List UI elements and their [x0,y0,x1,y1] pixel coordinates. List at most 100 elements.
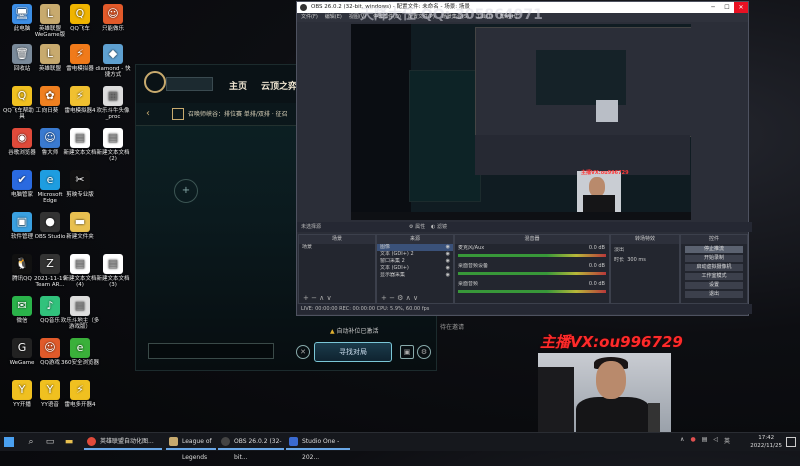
visibility-eye-icon[interactable]: ◉ [446,244,450,251]
desktop-icon[interactable]: ▤ 欢乐斗地主（多游戏版） [60,296,100,331]
mixer-dock-title: 混音器 [455,235,609,244]
preview-taskbar [351,212,691,220]
desktop-icon[interactable]: ▬ 新建文件夹 [60,212,100,240]
desktop-icon-label: 只能做乐 [101,26,124,32]
preview-webcam [577,171,621,215]
obs-control-button[interactable]: 退出 [685,291,743,298]
app-icon: Q [70,4,90,24]
filters-button[interactable]: ◐ 滤镜 [431,222,447,232]
volume-slider[interactable] [458,290,606,293]
lol-tab-tft[interactable]: 云顶之弈 [261,79,297,92]
desktop-icon[interactable]: ▤ 新建文本文档 (3) [93,254,133,289]
desktop-icon[interactable]: ✂ 剪映专业版 [60,170,100,198]
transition-type-select[interactable]: 淡出 [611,247,679,254]
transition-duration[interactable]: 时长 300 ms [611,257,679,264]
source-item[interactable]: 显示器采集 ◉ [377,272,453,279]
desktop-icon[interactable]: ▦ 欢乐斗牛头像_proc [93,86,133,121]
desktop-icon[interactable]: ⚡ 雷电多开器4 [60,380,100,408]
obs-control-button[interactable]: 开始录制 [685,255,743,262]
start-icon[interactable] [4,437,14,447]
chat-input[interactable] [148,343,274,359]
volume-slider[interactable] [458,272,606,275]
source-item[interactable]: 文本 (GDI+) ◉ [377,265,453,272]
desktop-icon-label: 360安全浏览器 [61,360,99,366]
app-icon: L [40,44,60,64]
preview-lol-client [409,70,481,202]
visibility-eye-icon[interactable]: ◉ [446,251,450,258]
desktop-icon[interactable]: ◆ diamond - 快捷方式 [93,44,133,79]
gear-icon[interactable]: ⚙ [417,345,431,359]
properties-button[interactable]: ⚙ 属性 [409,222,425,232]
obs-logo-icon [300,4,307,11]
desktop-icon-label: 新建文本文档 (2) [96,150,130,163]
app-icon: L [40,4,60,24]
taskbar-app-lol[interactable]: League of Legends [166,434,216,461]
desktop-icon[interactable]: ☺ 只能做乐 [93,4,133,32]
sources-dock-toolbar: + − ⚙ ∧ ∨ [381,294,419,302]
obs-menu-item[interactable]: 文件(F) [301,14,318,20]
preview-vx-text: 主播VX:ou996729 [581,170,629,176]
preview-nested-preview [536,50,626,105]
close-icon[interactable]: ✕ [734,2,748,13]
volume-icon[interactable]: ◁ [713,436,718,445]
app-icon: ☺ [40,338,60,358]
visibility-eye-icon[interactable]: ◉ [446,265,450,272]
obs-menu-item[interactable]: 编辑(E) [325,14,342,20]
source-item[interactable]: 窗口采集 2 ◉ [377,258,453,265]
network-icon[interactable]: ▤ [702,436,708,445]
visibility-eye-icon[interactable]: ◉ [446,272,450,279]
leave-lobby-icon[interactable]: ✕ [296,345,310,359]
app-icon: ✂ [70,170,90,190]
clock-time: 17:42 [758,435,775,441]
app-icon: ◆ [103,44,123,64]
taskbar-app-studio-one[interactable]: Studio One - 202... [286,434,350,461]
find-match-button[interactable]: 寻找对局 [314,342,392,362]
task-view-icon[interactable]: ▭ [44,436,56,448]
scene-item[interactable]: 场景 [299,244,375,251]
webcam-overlay [538,353,671,432]
source-item[interactable]: 图像 ◉ [377,244,453,251]
obs-preview[interactable]: 主播VX:ou996729 [351,24,691,220]
notification-icon[interactable] [786,437,796,447]
app-icon: ⚡ [70,380,90,400]
visibility-eye-icon[interactable]: ◉ [446,258,450,265]
taskbar-app-obs[interactable]: OBS 26.0.2 (32-bit... [218,434,284,461]
obs-control-button[interactable]: 启动虚拟摄像机 [685,264,743,271]
app-icon: ▬ [70,212,90,232]
search-icon[interactable]: ⌕ [25,436,37,448]
obs-control-button[interactable]: 停止推流 [685,246,743,253]
obs-control-button[interactable]: 工作室模式 [685,273,743,280]
back-arrow-icon[interactable]: ‹ [146,108,150,119]
app-icon: ◉ [12,128,32,148]
minimize-icon[interactable]: ─ [706,2,720,13]
source-item[interactable]: 文本 (GDI+) 2 ◉ [377,251,453,258]
app-icon: ▣ [12,212,32,232]
ime-indicator[interactable]: 英 [724,436,730,445]
scenes-dock: 场景 场景 + − ∧ ∨ [298,234,376,304]
mixer-channel: 桌面音频 0.0 dB [455,280,609,298]
taskbar-app-browser[interactable]: 英雄联盟自动化图... [84,434,162,450]
obs-source-status: 未选择源 ⚙ 属性 ◐ 滤镜 [297,222,752,232]
settings-icon[interactable]: ▣ [400,345,414,359]
lol-logo-icon[interactable] [144,71,166,93]
app-icon: ▤ [70,296,90,316]
lol-play-button[interactable] [166,77,213,91]
app-icon: Y [12,380,32,400]
volume-slider[interactable] [458,254,606,257]
clock[interactable]: 17:42 2022/11/25 [750,434,782,450]
tray-app-icon[interactable]: ● [690,436,695,445]
obs-control-button[interactable]: 设置 [685,282,743,289]
maximize-icon[interactable]: ☐ [720,2,734,13]
desktop-icon-label: 新建文本文档 (3) [96,276,130,289]
chevron-up-icon[interactable]: ∧ [680,436,684,445]
lol-tab-home[interactable]: 主页 [229,79,247,92]
auto-fill-notice: ▲ 自动补位已激活 [330,328,379,335]
mixer-channel-db: 0.0 dB [588,245,605,251]
transitions-dock-title: 转场特效 [611,235,679,244]
desktop-icon[interactable]: e 360安全浏览器 [60,338,100,366]
app-icon: e [40,170,60,190]
app-icon: Y [40,380,60,400]
desktop-icon[interactable]: ▤ 新建文本文档 (2) [93,128,133,163]
file-explorer-icon[interactable]: ▬ [63,436,75,448]
invite-slot-left[interactable]: + [174,179,198,203]
